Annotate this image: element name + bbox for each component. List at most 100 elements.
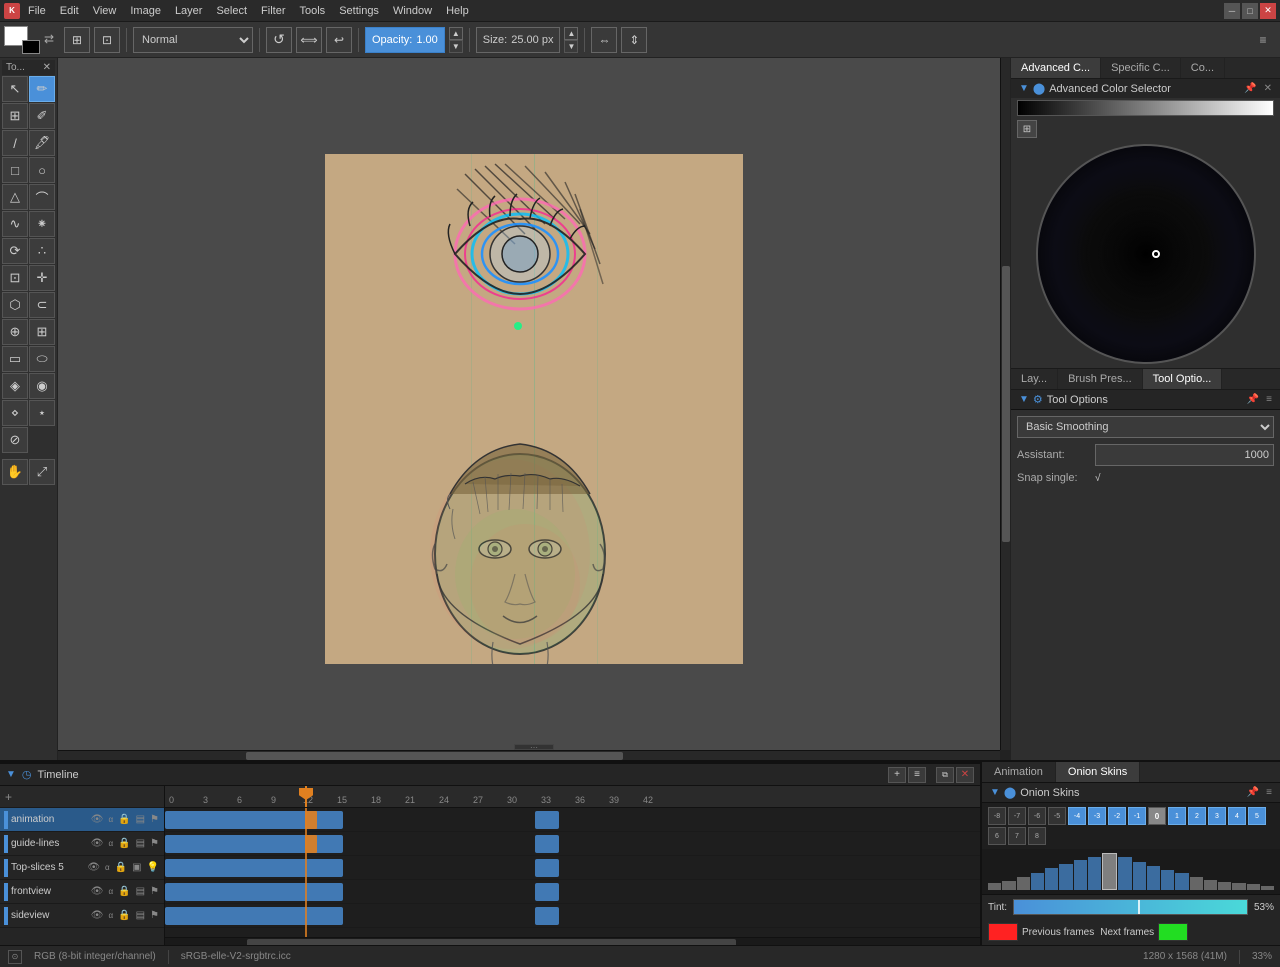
timeline-close-btn[interactable]: ✕ [956, 767, 974, 783]
onion-tint-bar[interactable] [1013, 899, 1248, 915]
timeline-add-frame-btn[interactable]: + [888, 767, 906, 783]
layer-eye-icon-2[interactable]: 👁 [90, 837, 105, 850]
layer-lock-icon-3[interactable]: 🔒 [114, 861, 128, 874]
ellipse-tool-btn[interactable]: ○ [29, 157, 55, 183]
canvas-area[interactable]: ⋯ [58, 58, 1010, 760]
window-close-btn[interactable]: ✕ [1260, 3, 1276, 19]
onion-frame-btn-1[interactable]: 1 [1168, 807, 1186, 825]
onion-frame-btn--4[interactable]: -4 [1068, 807, 1086, 825]
animation-tab[interactable]: Animation [982, 762, 1056, 782]
opacity-control[interactable]: Opacity: 1.00 [365, 27, 445, 53]
layer-row-top-slices[interactable]: Top-slices 5 👁 α 🔒 ▣ 💡 [0, 856, 164, 880]
layer-lock-icon-2[interactable]: 🔒 [117, 837, 131, 850]
menu-filter[interactable]: Filter [255, 3, 291, 19]
smoothing-select[interactable]: Basic Smoothing None Stabilizer [1017, 416, 1274, 438]
move-tool-btn[interactable]: ✛ [29, 265, 55, 291]
canvas-scrollbar-h[interactable] [58, 750, 1000, 760]
onion-frame-btn-2[interactable]: 2 [1188, 807, 1206, 825]
onion-expand-btn[interactable]: ≡ [1266, 787, 1272, 798]
path-tool-btn[interactable]: ⊂ [29, 292, 55, 318]
settings-end-btn[interactable]: ≡ [1250, 27, 1276, 53]
opacity-stepper[interactable]: ▲ ▼ [449, 27, 463, 53]
contig-select-tool-btn[interactable]: ◈ [2, 373, 28, 399]
tool-options-pin-btn[interactable]: 📌 [1244, 393, 1262, 406]
cursor-tool-btn[interactable]: ↖ [2, 76, 28, 102]
onion-frame-btn--1[interactable]: -1 [1128, 807, 1146, 825]
onion-frame-btn--3[interactable]: -3 [1088, 807, 1106, 825]
layer-alpha-icon-3[interactable]: α [104, 862, 111, 873]
window-minimize-btn[interactable]: ─ [1224, 3, 1240, 19]
tool-options-expand-btn[interactable]: ≡ [1266, 394, 1272, 405]
onion-frame-btn-0[interactable]: 0 [1148, 807, 1166, 825]
onion-frame-btn--8[interactable]: -8 [988, 807, 1006, 825]
freeselect-tool-btn[interactable]: ⌒ [29, 184, 55, 210]
menu-image[interactable]: Image [124, 3, 167, 19]
wrap-tool-btn[interactable]: ⟳ [2, 238, 28, 264]
swap-colors-btn[interactable]: ⇄ [44, 32, 60, 48]
onion-pin-btn[interactable]: 📌 [1244, 786, 1262, 799]
menu-select[interactable]: Select [210, 3, 253, 19]
mirror-h-btn[interactable]: ⟺ [296, 27, 322, 53]
zoom-tool-btn[interactable]: ⊕ [2, 319, 28, 345]
next-frames-color-box[interactable] [1158, 923, 1188, 941]
color-tab-3[interactable]: Co... [1181, 58, 1225, 78]
brush-presets-tab[interactable]: Brush Pres... [1058, 369, 1143, 389]
layers-tab[interactable]: Lay... [1011, 369, 1058, 389]
layer-row-frontview[interactable]: frontview 👁 α 🔒 ▤ ⚑ [0, 880, 164, 904]
colorpick-tool-btn[interactable]: 🖋 [29, 130, 55, 156]
menu-tools[interactable]: Tools [294, 3, 332, 19]
onion-skins-tab[interactable]: Onion Skins [1056, 762, 1140, 782]
layer-row-guide-lines[interactable]: guide-lines 👁 α 🔒 ▤ ⚑ [0, 832, 164, 856]
onion-frame-btn--5[interactable]: -5 [1048, 807, 1066, 825]
contour-select-tool-btn[interactable]: ⋆ [29, 400, 55, 426]
toolbox-close-icon[interactable]: ✕ [43, 62, 51, 73]
undo-btn[interactable]: ↩ [326, 27, 352, 53]
layer-lock-icon-4[interactable]: 🔒 [117, 885, 131, 898]
onion-collapse-icon[interactable]: ▼ [990, 787, 1000, 798]
ellipse-select-tool-btn[interactable]: ⬭ [29, 346, 55, 372]
timeline-float-btn[interactable]: ⧉ [936, 767, 954, 783]
rectangle-tool-btn[interactable]: □ [2, 157, 28, 183]
freehand-tool-btn[interactable]: ✏ [29, 76, 55, 102]
timeline-collapse-icon[interactable]: ▼ [6, 769, 16, 780]
spray-tool-btn[interactable]: ∴ [29, 238, 55, 264]
color-selector-collapse-icon[interactable]: ▼ [1019, 83, 1029, 94]
advanced-color-tab[interactable]: Advanced C... [1011, 58, 1101, 78]
layer-row-animation[interactable]: animation 👁 α 🔒 ▤ ⚑ [0, 808, 164, 832]
color-grid-btn[interactable]: ⊞ [1017, 120, 1037, 138]
track-guide-lines[interactable] [165, 832, 980, 856]
prev-frames-color-box[interactable] [988, 923, 1018, 941]
size-control[interactable]: Size: 25.00 px [476, 27, 561, 53]
polygon-tool-btn[interactable]: △ [2, 184, 28, 210]
layer-eye-icon-3[interactable]: 👁 [86, 861, 101, 874]
layer-lock-icon[interactable]: 🔒 [117, 813, 131, 826]
line-tool-btn[interactable]: / [2, 130, 28, 156]
onion-frame-btn-7[interactable]: 7 [1008, 827, 1026, 845]
toolbar-mode-icon1[interactable]: ⊞ [64, 27, 90, 53]
layer-eye-icon-4[interactable]: 👁 [90, 885, 105, 898]
onion-frame-btn--2[interactable]: -2 [1108, 807, 1126, 825]
pan-tool-btn[interactable]: ✋ [2, 459, 28, 485]
onion-frame-btn-3[interactable]: 3 [1208, 807, 1226, 825]
deform-tool-btn[interactable]: ⬡ [2, 292, 28, 318]
pencil-tool-btn[interactable]: ✐ [29, 103, 55, 129]
onion-frame-btn--7[interactable]: -7 [1008, 807, 1026, 825]
similar-select-tool-btn[interactable]: ◉ [29, 373, 55, 399]
layer-alpha-icon[interactable]: α [108, 814, 115, 825]
transform-tool-btn[interactable]: ⊞ [2, 103, 28, 129]
layer-eye-icon-5[interactable]: 👁 [90, 909, 105, 922]
color-wheel[interactable] [1036, 144, 1256, 364]
grid-tool-btn[interactable]: ⊞ [29, 319, 55, 345]
onion-frame-btn-4[interactable]: 4 [1228, 807, 1246, 825]
menu-edit[interactable]: Edit [54, 3, 85, 19]
onion-frame-btn--6[interactable]: -6 [1028, 807, 1046, 825]
wand-tool-btn[interactable]: ⋄ [2, 400, 28, 426]
menu-file[interactable]: File [22, 3, 52, 19]
frame-tool-btn[interactable]: ⤢ [29, 459, 55, 485]
crop-tool-btn[interactable]: ⊡ [2, 265, 28, 291]
canvas-resize-handle[interactable]: ⋯ [514, 744, 554, 750]
timeline-settings-btn[interactable]: ≡ [908, 767, 926, 783]
toolbar-mode-icon2[interactable]: ⊡ [94, 27, 120, 53]
blend-mode-select[interactable]: Normal [133, 27, 253, 53]
canvas-document[interactable] [325, 154, 743, 664]
